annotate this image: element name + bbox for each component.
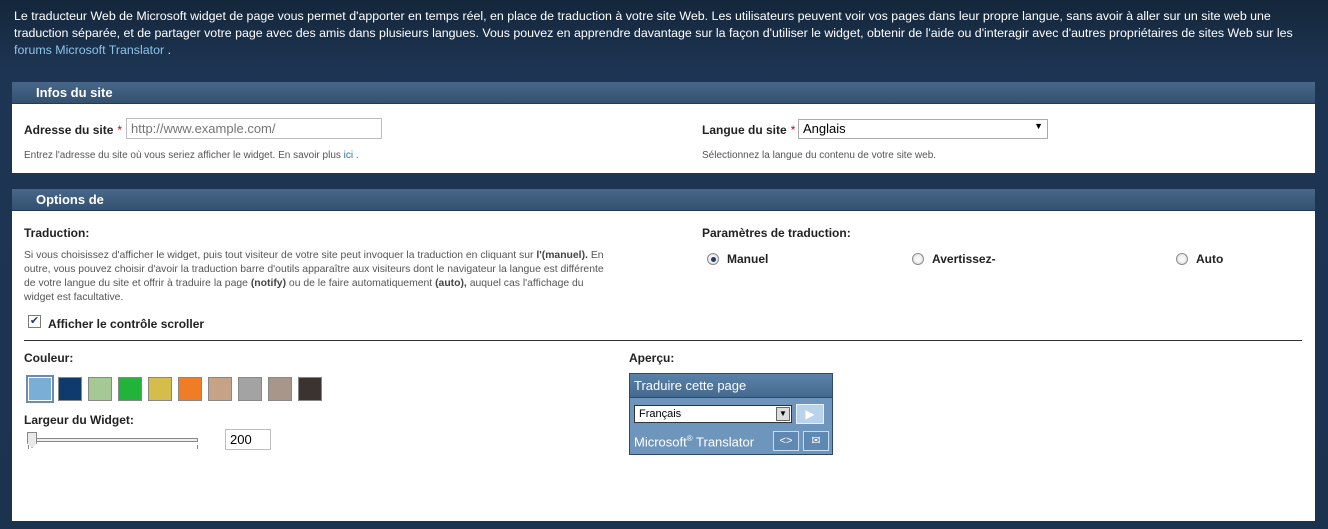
color-swatch[interactable] xyxy=(58,377,82,401)
desc-part-1: Si vous choisissez d'afficher le widget,… xyxy=(24,250,534,261)
site-address-hint-text: Entrez l'adresse du site où vous seriez … xyxy=(24,150,341,161)
color-swatch[interactable] xyxy=(26,375,54,403)
color-swatch[interactable] xyxy=(148,377,172,401)
required-mark: * xyxy=(117,123,123,137)
desc-bold-2: (notify) xyxy=(250,278,287,289)
play-arrow-icon: ▶ xyxy=(805,407,815,421)
site-language-select[interactable]: Anglais ▼ xyxy=(798,119,1048,139)
site-language-label: Langue du site * xyxy=(702,123,795,137)
width-slider-track[interactable] xyxy=(28,438,198,442)
intro-text-body: Le traducteur Web de Microsoft widget de… xyxy=(14,9,1293,40)
translation-label: Traduction: xyxy=(24,226,90,240)
radio-auto[interactable]: Auto xyxy=(1176,252,1223,266)
width-slider-ticks xyxy=(28,445,198,449)
options-title: Options de xyxy=(12,189,1315,211)
desc-bold-3: (auto), xyxy=(435,278,467,289)
options-divider xyxy=(24,340,1302,341)
site-language-hint: Sélectionnez la langue du contenu de vot… xyxy=(702,150,937,161)
radio-auto-button[interactable] xyxy=(1176,253,1188,265)
widget-preview: Traduire cette page Français ▼ ▶ Microso… xyxy=(629,373,833,455)
preview-brand: Microsoft® Translator xyxy=(634,434,754,449)
email-button[interactable]: ✉ xyxy=(803,431,829,451)
color-swatch[interactable] xyxy=(208,377,232,401)
radio-notify-button[interactable] xyxy=(912,253,924,265)
preview-translate-button[interactable]: ▶ xyxy=(796,404,824,424)
embed-code-button[interactable]: <> xyxy=(773,431,799,451)
intro-text: Le traducteur Web de Microsoft widget de… xyxy=(14,8,1314,59)
color-swatch[interactable] xyxy=(298,377,322,401)
color-swatch[interactable] xyxy=(268,377,292,401)
preview-brand-product: Translator xyxy=(696,434,755,450)
translation-description: Si vous choisissez d'afficher le widget,… xyxy=(24,249,614,305)
preview-language-select[interactable]: Français ▼ xyxy=(634,405,792,423)
code-brackets-icon: <> xyxy=(779,435,793,447)
site-address-label-text: Adresse du site xyxy=(24,123,114,137)
chevron-down-icon: ▼ xyxy=(776,407,790,421)
color-swatch[interactable] xyxy=(178,377,202,401)
site-language-label-text: Langue du site xyxy=(702,123,787,137)
radio-notify[interactable]: Avertissez- xyxy=(912,252,996,266)
translation-settings-label: Paramètres de traduction: xyxy=(702,226,851,240)
radio-auto-label: Auto xyxy=(1196,252,1224,266)
forums-link[interactable]: forums Microsoft Translator xyxy=(14,43,164,57)
color-swatch[interactable] xyxy=(88,377,112,401)
learn-more-link[interactable]: ici xyxy=(344,150,353,161)
site-address-input[interactable] xyxy=(126,118,382,139)
widget-width-input[interactable] xyxy=(225,429,271,450)
preview-label: Aperçu: xyxy=(629,351,675,365)
color-label: Couleur: xyxy=(24,351,74,365)
preview-title: Traduire cette page xyxy=(630,374,832,398)
scroller-label: Afficher le contrôle scroller xyxy=(48,317,205,331)
site-language-value: Anglais xyxy=(803,121,846,136)
radio-notify-label: Avertissez- xyxy=(932,252,996,266)
widget-width-label: Largeur du Widget: xyxy=(24,413,134,427)
desc-part-3: ou de le faire automatiquement xyxy=(288,278,433,289)
required-mark: * xyxy=(790,123,796,137)
color-swatch[interactable] xyxy=(118,377,142,401)
radio-manual-button[interactable] xyxy=(707,253,719,265)
site-address-hint-end: . xyxy=(355,150,359,161)
preview-language-value: Français xyxy=(639,408,682,420)
site-info-panel: Infos du site Adresse du site* Entrez l'… xyxy=(12,82,1315,173)
intro-text-end: . xyxy=(167,43,172,57)
options-panel: Options de Traduction: Si vous choisisse… xyxy=(12,189,1315,521)
radio-manual-label: Manuel xyxy=(727,252,769,266)
site-address-hint: Entrez l'adresse du site où vous seriez … xyxy=(24,150,359,161)
radio-manual[interactable]: Manuel xyxy=(707,252,768,266)
color-swatch[interactable] xyxy=(238,377,262,401)
site-info-title: Infos du site xyxy=(12,82,1315,104)
envelope-icon: ✉ xyxy=(811,435,821,447)
registered-mark: ® xyxy=(686,434,693,443)
site-address-label: Adresse du site * xyxy=(24,123,122,137)
preview-brand-name: Microsoft xyxy=(634,434,687,450)
scroller-checkbox[interactable]: ✔ xyxy=(28,315,41,328)
desc-bold-1: l'(manuel). xyxy=(536,250,588,261)
chevron-down-icon: ▼ xyxy=(1034,121,1043,131)
